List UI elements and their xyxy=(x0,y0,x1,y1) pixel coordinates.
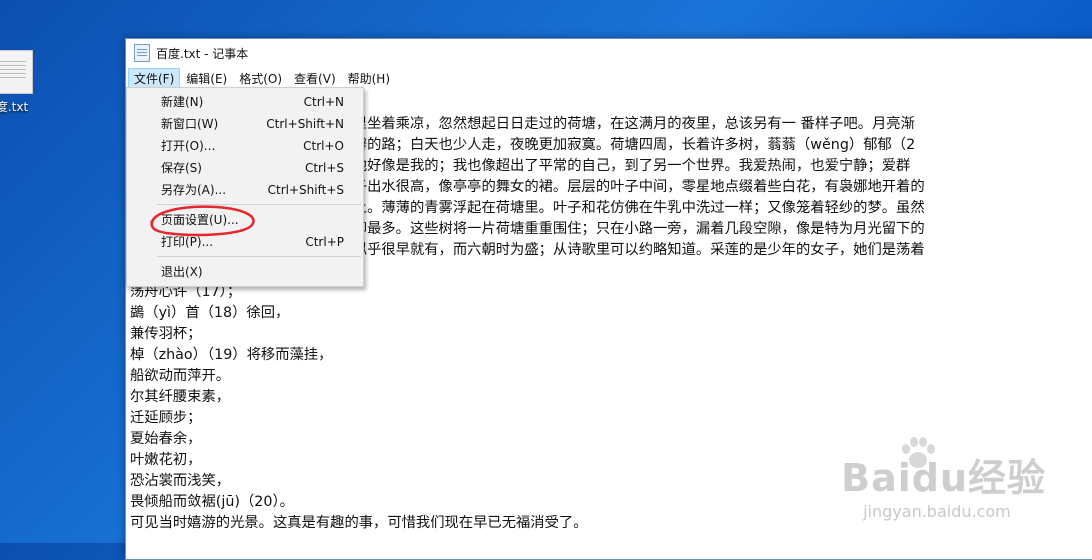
window-title: 百度.txt - 记事本 xyxy=(156,46,249,61)
text-line: 尔其纤腰束素， xyxy=(130,389,231,405)
menu-bar: 文件(F) 编辑(E) 格式(O) 查看(V) 帮助(H) xyxy=(126,67,1092,89)
menu-item-shortcut: Ctrl+N xyxy=(303,95,344,109)
text-file-icon xyxy=(0,50,33,94)
menu-item-shortcut: Ctrl+P xyxy=(305,235,344,249)
text-line: 棹（zhào）（19）将移而藻挂， xyxy=(130,347,333,363)
menu-item-exit[interactable]: 退出(X) xyxy=(127,261,363,283)
menu-file[interactable]: 文件(F) xyxy=(128,67,181,89)
text-line: 鷁（yì）首（18）徐回， xyxy=(130,305,290,321)
text-line: 船欲动而萍开。 xyxy=(130,368,231,384)
menu-item-shortcut: Ctrl+S xyxy=(304,161,344,175)
file-menu-dropdown: 新建(N) Ctrl+N 新窗口(W) Ctrl+Shift+N 打开(O)..… xyxy=(126,87,364,287)
title-bar[interactable]: 百度.txt - 记事本 xyxy=(126,39,1092,67)
menu-item-open[interactable]: 打开(O)... Ctrl+O xyxy=(127,135,363,157)
menu-help[interactable]: 帮助(H) xyxy=(342,68,396,89)
menu-item-new-window[interactable]: 新窗口(W) Ctrl+Shift+N xyxy=(127,113,363,135)
menu-item-label: 新建(N) xyxy=(161,95,204,109)
menu-item-label: 退出(X) xyxy=(161,265,203,279)
menu-item-new[interactable]: 新建(N) Ctrl+N xyxy=(127,91,363,113)
menu-item-save[interactable]: 保存(S) Ctrl+S xyxy=(127,157,363,179)
desktop-file-icon[interactable]: 度.txt xyxy=(0,50,42,115)
text-line: 迁延顾步； xyxy=(130,410,202,426)
menu-view[interactable]: 查看(V) xyxy=(288,68,342,89)
menu-item-print[interactable]: 打印(P)... Ctrl+P xyxy=(127,231,363,253)
text-line: 兼传羽杯； xyxy=(130,326,202,342)
menu-item-shortcut: Ctrl+O xyxy=(303,139,344,153)
watermark: Baidu经验 jingyan.baidu.com xyxy=(841,447,1046,521)
notepad-icon xyxy=(134,44,150,62)
menu-item-label: 新窗口(W) xyxy=(161,117,219,131)
menu-format[interactable]: 格式(O) xyxy=(233,68,288,89)
menu-item-save-as[interactable]: 另存为(A)... Ctrl+Shift+S xyxy=(127,179,363,201)
menu-item-label: 保存(S) xyxy=(161,161,202,175)
menu-edit[interactable]: 编辑(E) xyxy=(180,68,233,89)
desktop-file-label: 度.txt xyxy=(0,100,29,114)
menu-item-page-setup[interactable]: 页面设置(U)... xyxy=(127,209,363,231)
watermark-url: jingyan.baidu.com xyxy=(863,502,1011,521)
menu-separator xyxy=(157,204,361,205)
watermark-brand: Baidu经验 xyxy=(841,456,1046,500)
menu-item-label: 打开(O)... xyxy=(161,139,216,153)
menu-item-shortcut: Ctrl+Shift+S xyxy=(267,183,344,197)
menu-item-label: 打印(P)... xyxy=(161,235,214,249)
menu-item-label: 页面设置(U)... xyxy=(161,213,239,227)
menu-separator xyxy=(157,256,361,257)
menu-item-shortcut: Ctrl+Shift+N xyxy=(266,117,344,131)
menu-item-label: 另存为(A)... xyxy=(161,183,227,197)
